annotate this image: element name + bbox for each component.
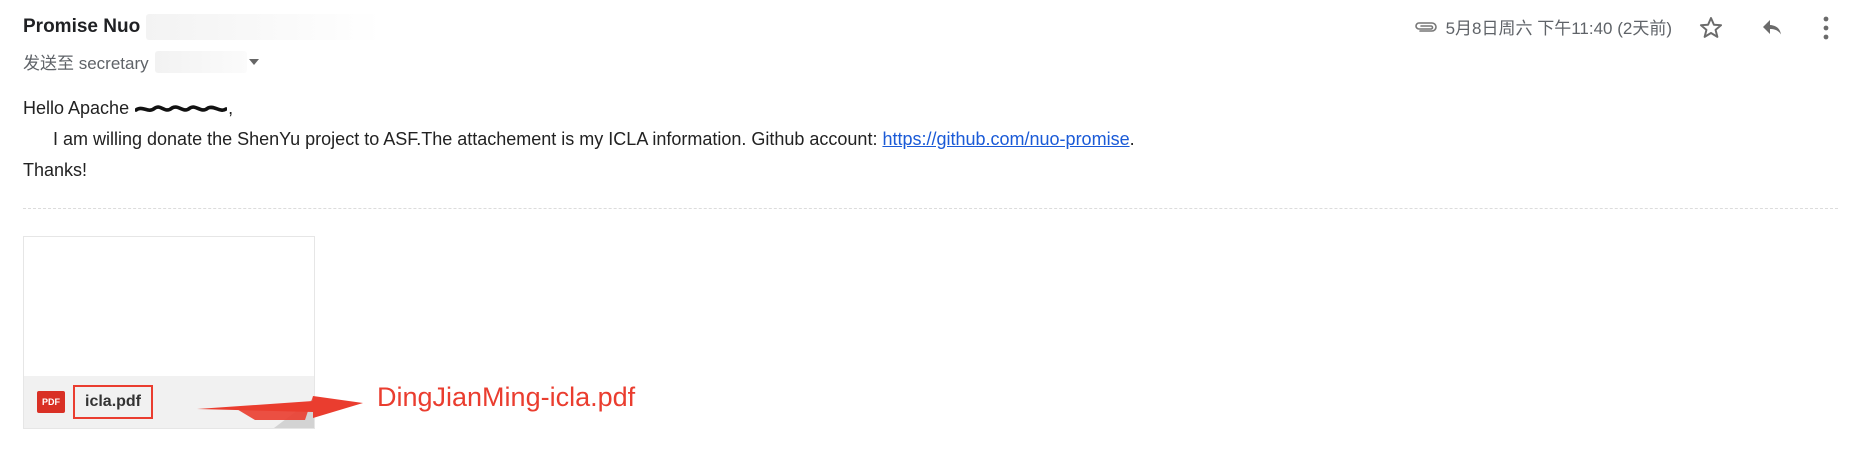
star-button[interactable] [1693,10,1729,46]
sender-name[interactable]: Promise Nuo [23,16,140,38]
more-options-button[interactable] [1808,10,1844,46]
donation-suffix: . [1129,129,1135,149]
redacted-recipient [154,50,247,73]
recipient-row: 发送至 secretary [23,49,259,74]
more-vertical-icon [1823,16,1829,40]
github-account-link[interactable]: https://github.com/nuo-promise [882,129,1129,149]
attachment-filename[interactable]: icla.pdf [73,385,154,419]
arrow-right-icon [197,396,363,420]
attachment-divider [23,208,1838,209]
donation-text: I am willing donate the ShenYu project t… [53,129,883,149]
greeting-suffix: , [228,98,234,118]
donation-line: I am willing donate the ShenYu project t… [23,124,1135,155]
star-icon [1699,17,1723,38]
sender-row: Promise Nuo [23,14,382,40]
redaction-scribble [135,105,228,113]
recipient-label: 发送至 secretary [23,54,149,73]
greeting-line: Hello Apache , [23,93,1135,124]
message-meta: 5月8日周六 下午11:40 (2天前) [1414,14,1672,39]
closing-line: Thanks! [23,160,88,180]
paperclip-icon [1414,20,1438,34]
pdf-icon: PDF [37,391,65,413]
greeting-text: Hello Apache [23,98,130,118]
message-body: Hello Apache , I am willing donate the S… [23,93,1135,186]
redacted-sender-email [146,14,382,40]
annotation-label: DingJianMing-icla.pdf [377,382,636,412]
reply-icon [1763,20,1781,35]
message-date: 5月8日周六 下午11:40 (2天前) [1445,19,1672,38]
reply-button[interactable] [1754,10,1790,46]
recipient-details-dropdown-icon[interactable] [248,58,259,65]
